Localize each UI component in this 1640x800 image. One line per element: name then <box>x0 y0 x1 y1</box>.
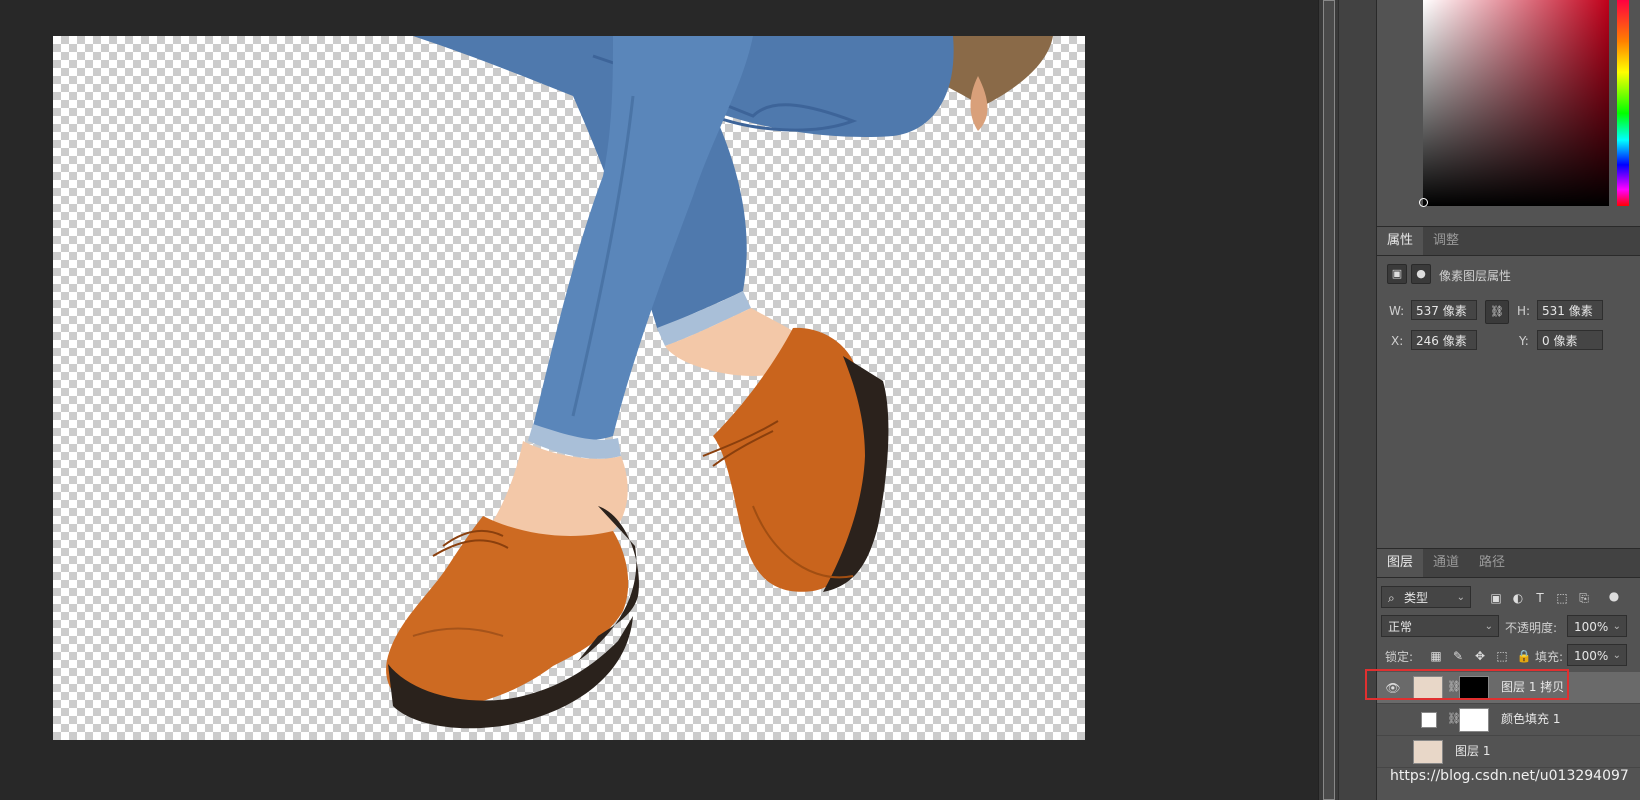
document-workspace[interactable] <box>0 0 1318 800</box>
properties-subtitle: 像素图层属性 <box>1439 269 1512 283</box>
blend-mode-value: 正常 <box>1388 620 1413 634</box>
filter-toggle-icon[interactable]: ● <box>1605 587 1623 605</box>
shape-filter-icon[interactable]: ⬚ <box>1553 589 1571 607</box>
lock-pixels-icon[interactable]: ✎ <box>1449 647 1467 665</box>
tab-channels[interactable]: 通道 <box>1423 549 1469 577</box>
smart-object-filter-icon[interactable]: ⎘ <box>1575 589 1593 607</box>
adjustment-filter-icon[interactable]: ◐ <box>1509 589 1527 607</box>
blend-mode-dropdown[interactable]: 正常 ⌄ <box>1381 615 1499 637</box>
fill-label: 填充: <box>1535 650 1564 664</box>
y-field[interactable]: 0 像素 <box>1537 330 1603 350</box>
position-row: X: 246 像素 Y: 0 像素 <box>1377 330 1640 354</box>
search-icon: ⌕ <box>1388 591 1395 605</box>
size-row: W: 537 像素 ⛓ H: 531 像素 <box>1377 300 1640 324</box>
lock-all-icon[interactable]: 🔒 <box>1515 647 1533 665</box>
color-picker[interactable] <box>1419 0 1629 207</box>
lock-label: 锁定: <box>1385 650 1414 664</box>
mask-icon[interactable]: ● <box>1411 264 1431 284</box>
image-filter-icon[interactable]: ▣ <box>1487 589 1505 607</box>
vertical-scrollbar[interactable] <box>1318 0 1339 800</box>
properties-header: ▣ ● 像素图层属性 <box>1377 262 1640 286</box>
layer-row-color-fill[interactable]: ⛓ 颜色填充 1 <box>1377 704 1640 736</box>
width-field[interactable]: 537 像素 <box>1411 300 1477 320</box>
blend-row: 正常 ⌄ 不透明度: 100% ⌄ <box>1377 615 1640 639</box>
layer-row-layer1[interactable]: 图层 1 <box>1377 736 1640 768</box>
mask-thumbnail[interactable] <box>1459 708 1489 732</box>
scrollbar-thumb[interactable] <box>1323 0 1335 800</box>
fill-field[interactable]: 100% ⌄ <box>1567 644 1627 666</box>
color-marker[interactable] <box>1419 198 1428 207</box>
link-icon[interactable]: ⛓ <box>1485 300 1509 324</box>
tab-layers[interactable]: 图层 <box>1377 549 1424 577</box>
layer-thumbnail <box>1413 740 1443 764</box>
chevron-down-icon: ⌄ <box>1612 650 1621 661</box>
y-label: Y: <box>1519 334 1529 348</box>
visibility-box[interactable] <box>1385 744 1401 760</box>
filter-kind-dropdown[interactable]: ⌕ 类型 ⌄ <box>1381 586 1471 608</box>
layer-name: 图层 1 <box>1455 744 1491 758</box>
tab-adjustments[interactable]: 调整 <box>1423 227 1469 255</box>
lock-transparency-icon[interactable]: ▦ <box>1427 647 1445 665</box>
lock-row: 锁定: ▦ ✎ ✥ ⬚ 🔒 填充: 100% ⌄ <box>1377 644 1640 668</box>
filter-kind-value: 类型 <box>1404 591 1429 605</box>
opacity-field[interactable]: 100% ⌄ <box>1567 615 1627 637</box>
layer-filter-row: ⌕ 类型 ⌄ ▣ ◐ T ⬚ ⎘ ● <box>1377 586 1640 610</box>
height-field[interactable]: 531 像素 <box>1537 300 1603 320</box>
lock-artboard-icon[interactable]: ⬚ <box>1493 647 1511 665</box>
layer-name: 颜色填充 1 <box>1501 712 1561 726</box>
visibility-box[interactable] <box>1385 712 1401 728</box>
fill-value: 100% <box>1574 649 1609 663</box>
lock-position-icon[interactable]: ✥ <box>1471 647 1489 665</box>
chevron-down-icon: ⌄ <box>1612 621 1621 632</box>
h-label: H: <box>1517 304 1531 318</box>
w-label: W: <box>1389 304 1405 318</box>
chevron-down-icon: ⌄ <box>1456 592 1465 603</box>
highlight-annotation-box <box>1365 669 1569 700</box>
watermark-text: https://blog.csdn.net/u013294097 <box>1390 768 1629 784</box>
x-field[interactable]: 246 像素 <box>1411 330 1477 350</box>
fill-color-swatch[interactable] <box>1421 712 1437 728</box>
saturation-value-field[interactable] <box>1419 0 1609 207</box>
chevron-down-icon: ⌄ <box>1484 621 1493 632</box>
tab-paths[interactable]: 路径 <box>1469 549 1515 577</box>
hue-slider[interactable] <box>1617 0 1629 206</box>
properties-tabbar: 属性 调整 <box>1377 226 1640 256</box>
legs-and-shoes-image <box>386 36 1053 729</box>
layers-tabbar: 图层 通道 路径 <box>1377 548 1640 578</box>
tab-properties[interactable]: 属性 <box>1377 227 1424 255</box>
type-filter-icon[interactable]: T <box>1531 589 1549 607</box>
image-canvas[interactable] <box>53 36 1085 740</box>
x-label: X: <box>1391 334 1404 348</box>
opacity-label: 不透明度: <box>1505 621 1558 635</box>
pixel-layer-icon[interactable]: ▣ <box>1387 264 1407 284</box>
opacity-value: 100% <box>1574 620 1609 634</box>
